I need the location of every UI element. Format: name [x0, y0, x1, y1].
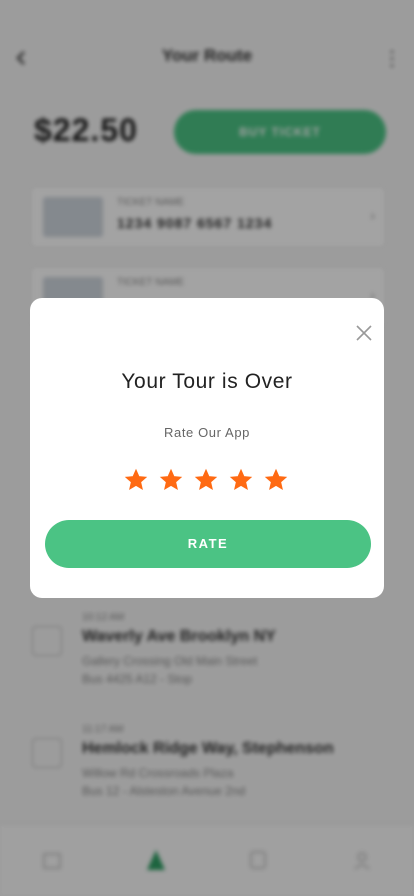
star-icon[interactable] — [159, 468, 183, 492]
rating-dialog: Your Tour is Over Rate Our App RATE — [30, 298, 384, 598]
dialog-subtitle: Rate Our App — [164, 425, 250, 440]
star-icon[interactable] — [124, 468, 148, 492]
star-icon[interactable] — [264, 468, 288, 492]
close-icon[interactable] — [354, 323, 374, 343]
star-rating[interactable] — [124, 468, 294, 492]
rate-button[interactable]: RATE — [45, 520, 371, 568]
dialog-title: Your Tour is Over — [121, 370, 293, 393]
star-icon[interactable] — [229, 468, 253, 492]
star-icon[interactable] — [194, 468, 218, 492]
